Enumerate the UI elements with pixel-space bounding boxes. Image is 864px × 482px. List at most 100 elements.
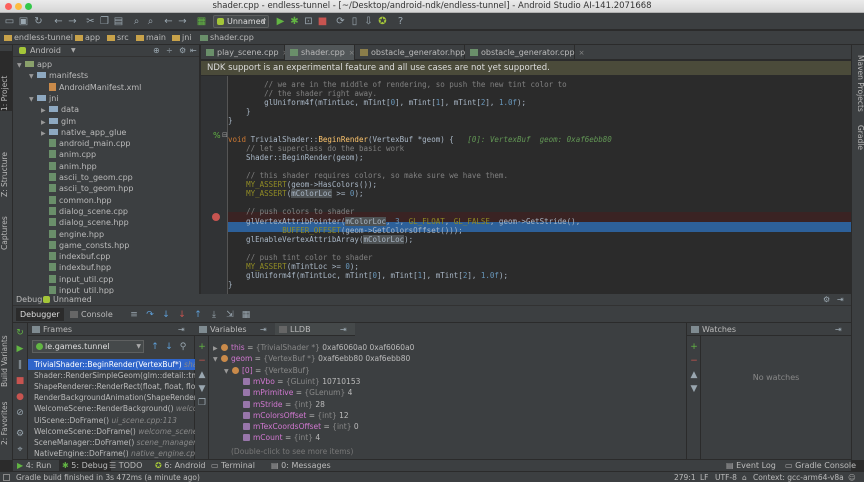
- stack-frame[interactable]: ShapeRenderer::RenderRect(float, float, …: [28, 381, 195, 392]
- project-tree-item[interactable]: AndroidManifest.xml: [41, 82, 141, 93]
- expanded-arrow-icon[interactable]: ▼: [213, 354, 221, 365]
- tab-console[interactable]: Console: [70, 308, 113, 321]
- project-tree-item[interactable]: ▼ jni: [29, 93, 59, 104]
- resume-icon[interactable]: ▶: [15, 344, 25, 354]
- run-config-selector[interactable]: Unnamed ▼: [213, 15, 269, 28]
- pin-icon[interactable]: ⌖: [15, 445, 25, 455]
- close-tab-icon[interactable]: ×: [349, 49, 355, 57]
- project-view-selector[interactable]: Android ▼ ⊕ ÷ ⚙ ⇤: [13, 45, 199, 57]
- save-icon[interactable]: ▣: [18, 16, 29, 27]
- project-tree-item[interactable]: dialog_scene.hpp: [41, 217, 129, 228]
- variable-row[interactable]: ▼ geom = {VertexBuf *} 0xaf6ebb80 0xaf6eb…: [213, 353, 410, 364]
- stack-frame[interactable]: WelcomeScene::RenderBackground() welcome: [28, 403, 195, 414]
- close-window-button[interactable]: [5, 3, 12, 10]
- structure-tool-tab[interactable]: Z: Structure: [0, 137, 13, 197]
- rerun-icon[interactable]: ↻: [15, 328, 25, 338]
- android-monitor-icon[interactable]: ✪: [377, 16, 388, 27]
- project-tree-item[interactable]: anim.hpp: [41, 161, 97, 172]
- stop-icon[interactable]: ■: [317, 16, 328, 27]
- tool-windows-toggle-icon[interactable]: [3, 474, 10, 481]
- fold-marker-icon[interactable]: ⊟: [222, 131, 228, 139]
- more-items-hint[interactable]: (Double-click to see more items): [231, 446, 353, 457]
- stack-frame[interactable]: Shader::RenderSimpleGeom(glm::detail::tm…: [28, 370, 195, 381]
- hide-panel-icon[interactable]: ⇤: [190, 45, 197, 57]
- tab-debugger[interactable]: Debugger: [16, 308, 64, 321]
- hide-icon[interactable]: ⇥: [178, 323, 185, 336]
- variable-row[interactable]: mVbo = {GLuint} 10710153: [235, 376, 360, 387]
- run-icon[interactable]: ▶: [275, 16, 286, 27]
- add-icon[interactable]: +: [197, 342, 207, 352]
- drop-frame-icon[interactable]: ⤓: [209, 310, 219, 320]
- editor-gutter[interactable]: % ⊟: [201, 76, 228, 294]
- project-tree-item[interactable]: ▼ app: [17, 59, 52, 70]
- tab-shader-cpp[interactable]: shader.cpp ×: [285, 45, 355, 60]
- sync-project-icon[interactable]: ⊕: [153, 45, 160, 57]
- project-tree-item[interactable]: ascii_to_geom.hpp: [41, 183, 133, 194]
- step-into-icon[interactable]: ↓: [161, 310, 171, 320]
- minimize-window-button[interactable]: [15, 3, 22, 10]
- stack-frame[interactable]: SceneManager::DoFrame() scene_manager.cp: [28, 437, 195, 448]
- line-separator[interactable]: LF: [700, 472, 709, 482]
- open-folder-icon[interactable]: ▭: [4, 16, 15, 27]
- zoom-window-button[interactable]: [25, 3, 32, 10]
- hide-icon[interactable]: ⇥: [340, 323, 347, 336]
- cut-icon[interactable]: ✂: [85, 16, 96, 27]
- variable-row[interactable]: mTexCoordsOffset = {int} 0: [235, 421, 359, 432]
- avd-manager-icon[interactable]: ▯: [349, 16, 360, 27]
- build-context[interactable]: Context: gcc-arm64-v8a: [753, 472, 844, 482]
- make-project-icon[interactable]: ▦: [196, 16, 207, 27]
- sync-icon[interactable]: ↻: [33, 16, 44, 27]
- project-tree-item[interactable]: indexbuf.hpp: [41, 262, 111, 273]
- lock-icon[interactable]: ⌂: [742, 472, 747, 482]
- caret-position[interactable]: 279:1: [674, 472, 696, 482]
- down-arrow-icon[interactable]: ▼: [197, 384, 207, 394]
- stack-frame[interactable]: UiScene::DoFrame() ui_scene.cpp:113: [28, 415, 195, 426]
- project-tree-item[interactable]: ascii_to_geom.cpp: [41, 172, 133, 183]
- thread-selector[interactable]: le.games.tunnel ▼: [32, 340, 144, 353]
- tab-obstacle-generator-cpp[interactable]: obstacle_generator.cpp ×: [465, 45, 584, 60]
- gradle-tool-tab[interactable]: Gradle: [853, 125, 864, 160]
- stack-frame[interactable]: NativeEngine::DoFrame() native_engine.cp: [28, 448, 195, 459]
- view-breakpoints-icon[interactable]: ●: [15, 392, 25, 402]
- up-arrow-icon[interactable]: ▲: [689, 370, 699, 380]
- show-execution-point-icon[interactable]: ≡: [129, 310, 139, 320]
- variable-row[interactable]: ▶ this = {TrivialShader *} 0xaf6060a0 0xa…: [213, 342, 414, 353]
- variable-row[interactable]: mCount = {int} 4: [235, 432, 320, 443]
- up-arrow-icon[interactable]: ▲: [197, 370, 207, 380]
- project-tree-item[interactable]: android_main.cpp: [41, 138, 130, 149]
- variable-row[interactable]: mColorsOffset = {int} 12: [235, 410, 349, 421]
- step-out-icon[interactable]: ↑: [193, 310, 203, 320]
- find-icon[interactable]: ⌕: [131, 16, 142, 27]
- expanded-arrow-icon[interactable]: ▼: [29, 94, 37, 105]
- project-tree-item[interactable]: ▶ data: [41, 104, 79, 115]
- back-icon[interactable]: ←: [53, 16, 64, 27]
- sdk-manager-icon[interactable]: ⇩: [363, 16, 374, 27]
- project-tree-item[interactable]: ▶ glm: [41, 116, 76, 127]
- code-editor[interactable]: // we are in the middle of rendering, so…: [228, 76, 851, 294]
- paste-icon[interactable]: ▤: [113, 16, 124, 27]
- close-tab-icon[interactable]: ×: [579, 49, 585, 57]
- mute-breakpoints-icon[interactable]: ⊘: [15, 408, 25, 418]
- captures-tool-tab[interactable]: Captures: [0, 210, 13, 250]
- back-nav-icon[interactable]: ←: [163, 16, 174, 27]
- tab-obstacle-generator-hpp[interactable]: obstacle_generator.hpp×: [355, 45, 475, 60]
- force-step-into-icon[interactable]: ↓: [177, 310, 187, 320]
- breakpoint-icon[interactable]: [212, 213, 220, 221]
- up-arrow-icon[interactable]: ↑: [150, 342, 160, 352]
- pause-icon[interactable]: ‖: [15, 360, 25, 370]
- hide-icon[interactable]: ⇥: [835, 323, 842, 336]
- hide-panel-icon[interactable]: ⇥: [837, 294, 844, 306]
- breadcrumb-item-app[interactable]: app: [75, 31, 100, 45]
- expanded-arrow-icon[interactable]: ▼: [29, 71, 37, 82]
- down-arrow-icon[interactable]: ↓: [164, 342, 174, 352]
- remove-icon[interactable]: −: [197, 356, 207, 366]
- project-tree-item[interactable]: ▼ manifests: [29, 70, 88, 81]
- copy-icon[interactable]: ❐: [197, 398, 207, 408]
- gradle-sync-icon[interactable]: ⟳: [335, 16, 346, 27]
- forward-nav-icon[interactable]: →: [177, 16, 188, 27]
- breadcrumb-item-main[interactable]: main: [136, 31, 166, 45]
- breadcrumb-item-src[interactable]: src: [107, 31, 129, 45]
- help-icon[interactable]: ?: [395, 16, 406, 27]
- expanded-arrow-icon[interactable]: ▼: [17, 60, 25, 71]
- settings-icon[interactable]: ⚙: [179, 45, 186, 57]
